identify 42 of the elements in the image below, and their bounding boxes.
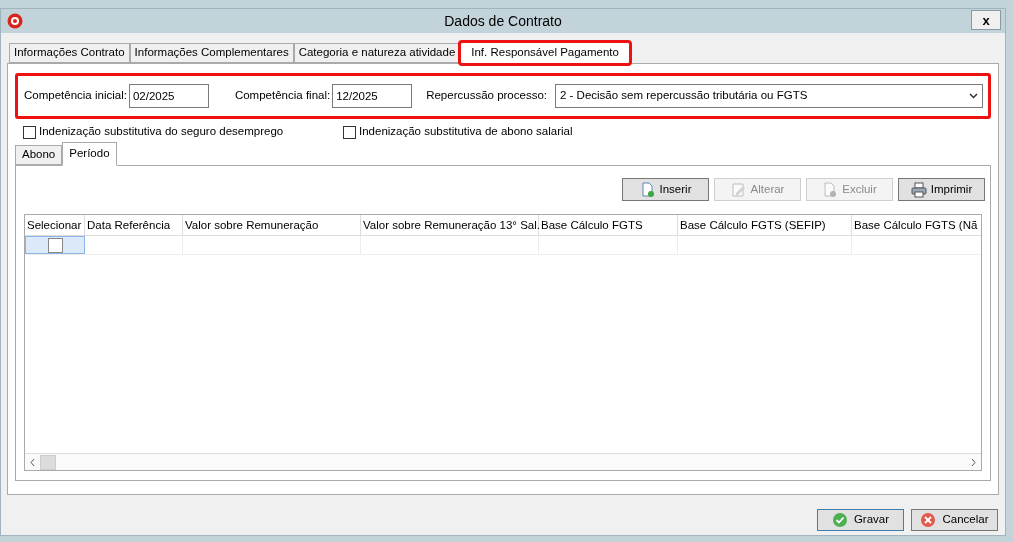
- column-header[interactable]: Base Cálculo FGTS (SEFIP): [678, 215, 852, 235]
- toolbar-button[interactable]: Imprimir: [898, 178, 985, 201]
- column-header[interactable]: Data Referência: [85, 215, 183, 235]
- column-header[interactable]: Valor sobre Remuneração: [183, 215, 361, 235]
- tab[interactable]: Informações Contrato: [9, 43, 130, 63]
- field-label: Competência final:: [234, 88, 331, 104]
- checkbox[interactable]: [47, 237, 63, 253]
- column-header[interactable]: Base Cálculo FGTS: [539, 215, 678, 235]
- repercussion-dropdown[interactable]: 2 - Decisão sem repercussão tributária ou FGTS: [555, 84, 983, 108]
- close-button[interactable]: x: [971, 10, 1001, 30]
- edit-document-icon: [730, 181, 747, 198]
- scrollbar-thumb[interactable]: [40, 454, 56, 470]
- checkbox-label: Indenização substitutiva do seguro desemprego: [39, 124, 284, 140]
- check-icon: [831, 512, 848, 528]
- tab[interactable]: Categoria e natureza atividade: [293, 43, 461, 63]
- column-header[interactable]: Selecionar: [25, 215, 85, 235]
- scroll-right-icon[interactable]: [970, 457, 977, 467]
- save-button[interactable]: Gravar: [817, 509, 904, 531]
- tab[interactable]: Inf. Responsável Pagamento: [460, 42, 630, 64]
- field-label: Competência inicial:: [24, 88, 127, 104]
- delete-document-icon: [822, 181, 839, 198]
- column-header[interactable]: Base Cálculo FGTS (Nã: [852, 215, 981, 235]
- cancel-icon: [920, 512, 937, 528]
- column-header[interactable]: Valor sobre Remuneração 13° Sal.: [361, 215, 539, 235]
- tab[interactable]: Abono: [15, 145, 63, 165]
- date-input-field[interactable]: 02/2025: [128, 84, 209, 108]
- window-title: Dados de Contrato: [444, 11, 562, 31]
- checkbox[interactable]: [343, 125, 356, 139]
- checkbox-label: Indenização substitutiva de abono salarial: [359, 124, 573, 140]
- app-logo-icon: [7, 13, 23, 29]
- printer-icon: [910, 181, 927, 198]
- select-cell[interactable]: [25, 236, 85, 254]
- cancel-button[interactable]: Cancelar: [911, 509, 998, 531]
- toolbar-button[interactable]: Inserir: [622, 178, 709, 201]
- tab[interactable]: Período: [62, 142, 117, 166]
- scroll-left-icon[interactable]: [29, 457, 36, 467]
- checkbox[interactable]: [23, 125, 36, 139]
- field-label: Repercussão processo:: [426, 88, 547, 104]
- new-document-icon: [639, 181, 656, 198]
- tab[interactable]: Informações Complementares: [129, 43, 294, 63]
- horizontal-scrollbar[interactable]: [25, 453, 981, 470]
- date-input-field[interactable]: 12/2025: [332, 84, 413, 108]
